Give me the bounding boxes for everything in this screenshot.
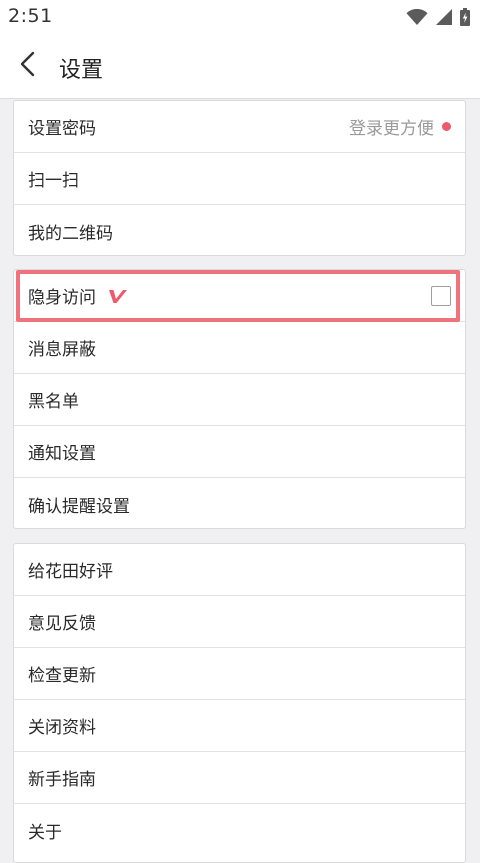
wifi-icon — [406, 8, 428, 26]
status-time: 2:51 — [8, 5, 53, 27]
status-bar: 2:51 — [0, 0, 480, 34]
settings-item-label: 确认提醒设置 — [28, 496, 130, 517]
back-button[interactable] — [6, 44, 50, 88]
settings-item-label: 扫一扫 — [28, 171, 79, 191]
settings-item-label: 消息屏蔽 — [28, 340, 96, 360]
settings-item-label: 检查更新 — [28, 666, 96, 686]
page-title: 设置 — [59, 58, 104, 83]
settings-item-notification-settings[interactable]: 通知设置 — [14, 426, 465, 478]
cellular-icon — [436, 9, 452, 25]
settings-item-right: 登录更方便 — [349, 114, 451, 139]
settings-item-label: 意见反馈 — [28, 614, 96, 634]
notification-dot — [442, 122, 451, 131]
settings-item-label: 新手指南 — [28, 770, 96, 790]
settings-item-right — [431, 285, 451, 306]
settings-item-hint: 登录更方便 — [349, 119, 434, 139]
settings-item-beginner-guide[interactable]: 新手指南 — [14, 752, 465, 804]
settings-group-account: 设置密码 登录更方便 扫一扫 我的二维码 — [13, 100, 466, 256]
settings-item-label: 给花田好评 — [28, 562, 113, 582]
settings-item-label: 黑名单 — [28, 392, 79, 412]
settings-item-label: 隐身访问 — [28, 288, 96, 308]
settings-item-confirm-reminder[interactable]: 确认提醒设置 — [14, 478, 465, 530]
settings-item-feedback[interactable]: 意见反馈 — [14, 596, 465, 648]
settings-item-rate-app[interactable]: 给花田好评 — [14, 544, 465, 596]
settings-item-label: 关于 — [28, 822, 62, 843]
settings-item-check-update[interactable]: 检查更新 — [14, 648, 465, 700]
settings-group-privacy: 隐身访问 消息屏蔽 黑名单 通知设置 确认提醒设置 — [13, 269, 466, 529]
settings-item-scan[interactable]: 扫一扫 — [14, 153, 465, 205]
battery-charging-icon — [460, 8, 470, 26]
app-header: 设置 — [0, 34, 480, 99]
settings-item-label: 设置密码 — [28, 119, 96, 139]
settings-item-blacklist[interactable]: 黑名单 — [14, 374, 465, 426]
settings-item-close-profile[interactable]: 关闭资料 — [14, 700, 465, 752]
settings-item-label: 我的二维码 — [28, 223, 113, 244]
status-icons — [406, 8, 470, 26]
settings-item-invisible-visit[interactable]: 隐身访问 — [14, 270, 465, 322]
chevron-left-icon — [18, 50, 38, 82]
settings-item-message-block[interactable]: 消息屏蔽 — [14, 322, 465, 374]
settings-item-set-password[interactable]: 设置密码 登录更方便 — [14, 101, 465, 153]
settings-item-label: 通知设置 — [28, 444, 96, 464]
vip-icon — [108, 288, 128, 304]
settings-item-about[interactable]: 关于 — [14, 804, 465, 856]
invisible-visit-checkbox[interactable] — [431, 285, 451, 306]
settings-group-general: 给花田好评 意见反馈 检查更新 关闭资料 新手指南 关于 — [13, 543, 466, 863]
settings-item-label: 关闭资料 — [28, 718, 96, 738]
settings-item-my-qr-code[interactable]: 我的二维码 — [14, 205, 465, 257]
